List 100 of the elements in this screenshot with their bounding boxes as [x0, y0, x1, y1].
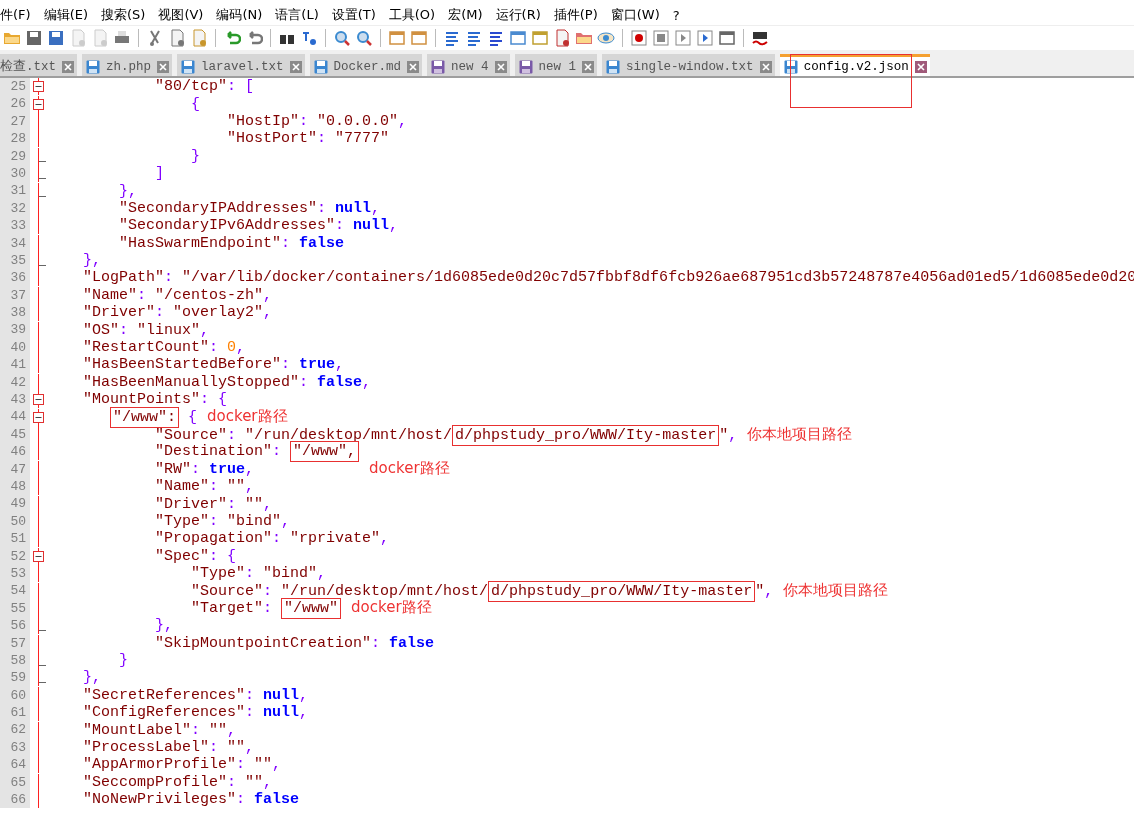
- code-token: "NoNewPrivileges": [82, 791, 237, 809]
- code-token: "Driver": [154, 495, 228, 513]
- close-icon[interactable]: [914, 60, 927, 73]
- fold-marker[interactable]: [30, 95, 47, 113]
- code-token: "OS": [82, 321, 119, 339]
- close-icon[interactable]: [62, 60, 74, 73]
- code-token: "SkipMountpointCreation": [154, 634, 372, 652]
- file-tab[interactable]: 检查.txt: [0, 54, 77, 76]
- menu-item[interactable]: 编辑(E): [43, 6, 98, 24]
- code-token: "": [227, 478, 246, 496]
- code-token: "SeccompProfile": [82, 773, 228, 791]
- file-tab[interactable]: laravel.txt: [177, 54, 305, 76]
- menu-item[interactable]: 语言(L): [275, 6, 329, 24]
- play-icon[interactable]: [674, 29, 692, 47]
- code-token: "rprivate": [290, 530, 381, 548]
- paste-icon[interactable]: [190, 29, 208, 47]
- window-icon[interactable]: [509, 29, 527, 47]
- tab-label: zh.php: [106, 59, 152, 74]
- code-token: "HasSwarmEndpoint": [118, 234, 282, 252]
- tab-label: new 4: [451, 59, 489, 74]
- save-all-icon[interactable]: [47, 29, 65, 47]
- tab-label: Docker.md: [333, 59, 402, 74]
- spellcheck-icon[interactable]: [751, 29, 769, 47]
- annotation-note: docker路径: [351, 598, 432, 617]
- highlighted-code: "/www": [281, 598, 342, 620]
- fast-forward-icon[interactable]: [696, 29, 714, 47]
- menu-item[interactable]: ?: [672, 7, 690, 23]
- fold-marker[interactable]: [30, 547, 47, 565]
- menu-item[interactable]: 搜索(S): [101, 6, 156, 24]
- line-number: 62: [0, 721, 30, 739]
- code-token: ,: [200, 321, 210, 339]
- fold-marker[interactable]: [30, 391, 47, 409]
- menu-item[interactable]: 窗口(W): [610, 6, 670, 24]
- zoom-in-icon[interactable]: [333, 29, 351, 47]
- line-number: 36: [0, 269, 30, 287]
- zoom-out-icon[interactable]: [355, 29, 373, 47]
- line-number: 26: [0, 95, 30, 113]
- close-icon[interactable]: [582, 60, 595, 73]
- code-token: "": [227, 739, 246, 757]
- close-icon[interactable]: [759, 60, 772, 73]
- menu-item[interactable]: 件(F): [0, 6, 41, 24]
- close-icon[interactable]: [157, 60, 170, 73]
- menu-item[interactable]: 工具(O): [388, 6, 446, 24]
- line-number: 25: [0, 78, 30, 96]
- line-number: 33: [0, 217, 30, 235]
- code-token: 0: [227, 339, 237, 357]
- code-token: :: [245, 704, 256, 722]
- fold-marker[interactable]: [30, 78, 47, 96]
- file-tab[interactable]: new 1: [514, 54, 598, 76]
- file-tab[interactable]: zh.php: [82, 54, 173, 76]
- code-token: "RestartCount": [82, 339, 210, 357]
- close-icon[interactable]: [407, 60, 420, 73]
- highlighted-code: d/phpstudy_pro/WWW/Ity-master: [452, 424, 720, 446]
- code-token: "": [245, 495, 264, 513]
- close-icon[interactable]: [289, 60, 302, 73]
- line-number: 28: [0, 130, 30, 148]
- code-token: ": [719, 426, 729, 444]
- tab-label: new 1: [538, 59, 577, 74]
- menu-item[interactable]: 插件(P): [553, 6, 608, 24]
- code-token: false: [254, 791, 300, 809]
- code-token: :: [245, 565, 256, 583]
- fold-marker[interactable]: [30, 408, 47, 426]
- code-token: ,: [299, 686, 309, 704]
- code-token: "/run/desktop/mnt/host/: [245, 426, 453, 444]
- code-token: ,: [362, 373, 372, 391]
- line-number: 64: [0, 756, 30, 774]
- code-token: :: [227, 426, 238, 444]
- code-token: ,: [299, 704, 309, 722]
- copy-icon[interactable]: [168, 29, 186, 47]
- code-token: ,: [764, 583, 774, 601]
- menu-item[interactable]: 宏(M): [448, 6, 493, 24]
- record-icon[interactable]: [630, 29, 648, 47]
- save-icon[interactable]: [25, 29, 43, 47]
- code-token: "/centos-zh": [155, 286, 264, 304]
- menu-item[interactable]: 视图(V): [158, 6, 214, 24]
- file-tab[interactable]: single-window.txt: [602, 54, 775, 76]
- line-number: 51: [0, 530, 30, 548]
- code-token: :: [227, 495, 238, 513]
- annotation-note: docker路径: [369, 459, 450, 478]
- code-token: }: [190, 147, 201, 165]
- code-token: },: [82, 252, 101, 270]
- code-token: null: [263, 686, 300, 704]
- code-token: ,: [335, 356, 345, 374]
- code-token: "ConfigReferences": [82, 704, 246, 722]
- code-token: "HostPort": [226, 130, 318, 148]
- eye-icon[interactable]: [597, 29, 615, 47]
- menu-item[interactable]: 编码(N): [216, 6, 273, 24]
- code-token: "ProcessLabel": [82, 739, 210, 757]
- code-token: true: [299, 356, 336, 374]
- code-token: :: [191, 461, 202, 479]
- file-tab[interactable]: new 4: [427, 54, 510, 76]
- file-tab[interactable]: Docker.md: [309, 54, 423, 76]
- menu-item[interactable]: 设置(T): [331, 6, 386, 24]
- code-token: ,: [263, 495, 273, 513]
- code-token: :: [191, 721, 202, 739]
- stop-icon[interactable]: [652, 29, 670, 47]
- close-icon[interactable]: [494, 60, 507, 73]
- file-tab[interactable]: config.v2.json: [779, 54, 930, 76]
- menu-item[interactable]: 运行(R): [495, 6, 551, 24]
- code-token: "RW": [154, 461, 192, 479]
